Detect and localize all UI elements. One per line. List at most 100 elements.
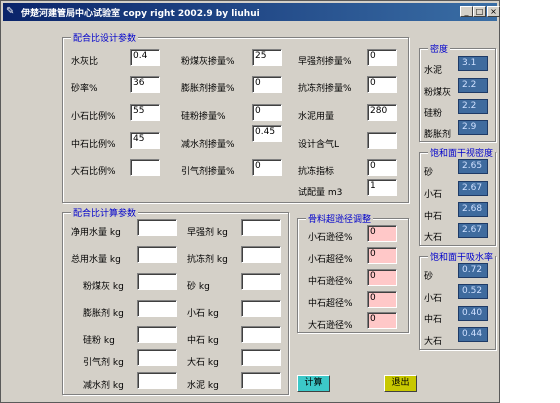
medium-stone-kg-label: 中石 kg xyxy=(187,336,219,346)
small-stone-kg-output[interactable] xyxy=(241,300,281,317)
absorption-large-stone-label: 大石 xyxy=(424,337,443,347)
absorption-medium-stone-value[interactable]: 0.40 xyxy=(458,306,488,321)
minimize-button[interactable]: _ xyxy=(460,6,473,17)
density-title: 密度 xyxy=(428,42,451,55)
density-fly-ash-value[interactable]: 2.2 xyxy=(458,78,488,93)
sand-ratio-input[interactable]: 36 xyxy=(130,76,160,93)
ssd-density-medium-stone-label: 中石 xyxy=(424,212,443,222)
density-silica-fume-label: 硅粉 xyxy=(424,109,443,119)
medium-stone-kg-output[interactable] xyxy=(241,326,281,343)
fly-ash-dosage-label: 粉煤灰掺量% xyxy=(181,57,235,67)
antifreeze-index-input[interactable]: 0 xyxy=(367,159,397,176)
antifreeze-kg-output[interactable] xyxy=(241,246,281,263)
absorption-small-stone-value[interactable]: 0.52 xyxy=(458,284,488,299)
design-air-content-input[interactable] xyxy=(367,132,397,149)
silica-fume-kg-output[interactable] xyxy=(137,326,177,343)
pen-icon: ✎ xyxy=(6,6,15,17)
silica-fume-dosage-input[interactable]: 0 xyxy=(252,104,282,121)
large-stone-ratio-input[interactable] xyxy=(130,159,160,176)
air-entraining-dosage-input[interactable]: 0 xyxy=(252,159,282,176)
maximize-button[interactable]: □ xyxy=(473,6,486,17)
close-button[interactable]: × xyxy=(487,6,500,17)
fly-ash-kg-output[interactable] xyxy=(137,273,177,290)
net-water-output[interactable] xyxy=(137,219,177,236)
ssd-density-sand-value[interactable]: 2.65 xyxy=(458,159,488,174)
density-expansion-agent-value[interactable]: 2.9 xyxy=(458,120,488,135)
exit-button[interactable]: 退出 xyxy=(384,375,417,392)
calc-params-title: 配合比计算参数 xyxy=(71,206,139,219)
water-reducer-kg-label: 减水剂 kg xyxy=(83,381,124,391)
ssd-density-small-stone-value[interactable]: 2.67 xyxy=(458,181,488,196)
large-stone-kg-label: 大石 kg xyxy=(187,358,219,368)
early-strength-dosage-label: 早强剂掺量% xyxy=(298,57,352,67)
total-water-label: 总用水量 kg xyxy=(71,255,121,265)
small-stone-oversize-input[interactable]: 0 xyxy=(367,247,397,264)
sand-kg-output[interactable] xyxy=(241,273,281,290)
ssd-density-medium-stone-value[interactable]: 2.68 xyxy=(458,202,488,217)
net-water-label: 净用水量 kg xyxy=(71,228,121,238)
water-reducer-dosage-label: 减水剂掺量% xyxy=(181,140,235,150)
large-stone-undersize-label: 大石逊径% xyxy=(308,321,353,331)
medium-stone-ratio-label: 中石比例% xyxy=(71,140,116,150)
expansion-agent-kg-output[interactable] xyxy=(137,300,177,317)
density-cement-label: 水泥 xyxy=(424,66,443,76)
silica-fume-kg-label: 硅粉 kg xyxy=(83,336,115,346)
window-title: 伊楚河建管局中心试验室 copy right 2002.9 by liuhui xyxy=(21,9,260,19)
medium-stone-oversize-label: 中石超径% xyxy=(308,299,353,309)
design-params-title: 配合比设计参数 xyxy=(71,31,139,44)
early-strength-dosage-input[interactable]: 0 xyxy=(367,49,397,66)
fly-ash-dosage-input[interactable]: 25 xyxy=(252,49,282,66)
design-air-content-label: 设计含气L xyxy=(298,140,340,150)
density-fly-ash-label: 粉煤灰 xyxy=(424,88,452,98)
absorption-large-stone-value[interactable]: 0.44 xyxy=(458,327,488,342)
medium-stone-undersize-input[interactable]: 0 xyxy=(367,269,397,286)
sand-ratio-label: 砂率% xyxy=(71,84,98,94)
medium-stone-undersize-label: 中石逊径% xyxy=(308,277,353,287)
medium-stone-ratio-input[interactable]: 45 xyxy=(130,132,160,149)
cement-amount-input[interactable]: 280 xyxy=(367,104,397,121)
water-cement-ratio-input[interactable]: 0.4 xyxy=(130,49,160,66)
density-expansion-agent-label: 膨胀剂 xyxy=(424,130,452,140)
water-reducer-dosage-input[interactable]: 0.45 xyxy=(252,125,282,142)
large-stone-kg-output[interactable] xyxy=(241,349,281,366)
expansion-agent-dosage-input[interactable]: 0 xyxy=(252,76,282,93)
ssd-density-sand-label: 砂 xyxy=(424,168,434,178)
large-stone-undersize-input[interactable]: 0 xyxy=(367,312,397,329)
small-stone-oversize-label: 小石超径% xyxy=(308,255,353,265)
calculate-button[interactable]: 计算 xyxy=(297,375,330,392)
ssd-density-large-stone-value[interactable]: 2.67 xyxy=(458,223,488,238)
air-entraining-kg-label: 引气剂 kg xyxy=(83,358,124,368)
water-reducer-kg-output[interactable] xyxy=(137,372,177,389)
density-cement-value[interactable]: 3.1 xyxy=(458,56,488,71)
cement-amount-label: 水泥用量 xyxy=(298,112,335,122)
early-strength-kg-label: 早强剂 kg xyxy=(187,228,228,238)
total-water-output[interactable] xyxy=(137,246,177,263)
trial-volume-input[interactable]: 1 xyxy=(367,179,397,196)
medium-stone-oversize-input[interactable]: 0 xyxy=(367,291,397,308)
air-entraining-dosage-label: 引气剂掺量% xyxy=(181,167,235,177)
antifreeze-dosage-input[interactable]: 0 xyxy=(367,76,397,93)
expansion-agent-dosage-label: 膨胀剂掺量% xyxy=(181,84,235,94)
aggregate-adjust-title: 骨料超逊径调整 xyxy=(306,212,374,225)
absorption-medium-stone-label: 中石 xyxy=(424,315,443,325)
absorption-sand-value[interactable]: 0.72 xyxy=(458,263,488,278)
density-silica-fume-value[interactable]: 2.2 xyxy=(458,99,488,114)
trial-volume-label: 试配量 m3 xyxy=(298,188,343,198)
title-bar[interactable]: ✎ 伊楚河建管局中心试验室 copy right 2002.9 by liuhu… xyxy=(3,3,500,21)
main-window: ✎ 伊楚河建管局中心试验室 copy right 2002.9 by liuhu… xyxy=(0,0,500,403)
cement-kg-label: 水泥 kg xyxy=(187,381,219,391)
small-stone-undersize-input[interactable]: 0 xyxy=(367,225,397,242)
ssd-density-small-stone-label: 小石 xyxy=(424,190,443,200)
ssd-absorption-title: 饱和面干吸水率 xyxy=(428,250,496,263)
antifreeze-dosage-label: 抗冻剂掺量% xyxy=(298,84,352,94)
early-strength-kg-output[interactable] xyxy=(241,219,281,236)
ssd-density-large-stone-label: 大石 xyxy=(424,233,443,243)
small-stone-ratio-input[interactable]: 55 xyxy=(130,104,160,121)
cement-kg-output[interactable] xyxy=(241,372,281,389)
air-entraining-kg-output[interactable] xyxy=(137,349,177,366)
small-stone-undersize-label: 小石逊径% xyxy=(308,233,353,243)
silica-fume-dosage-label: 硅粉掺量% xyxy=(181,112,226,122)
sand-kg-label: 砂 kg xyxy=(187,282,210,292)
fly-ash-kg-label: 粉煤灰 kg xyxy=(83,282,124,292)
water-cement-ratio-label: 水灰比 xyxy=(71,57,99,67)
